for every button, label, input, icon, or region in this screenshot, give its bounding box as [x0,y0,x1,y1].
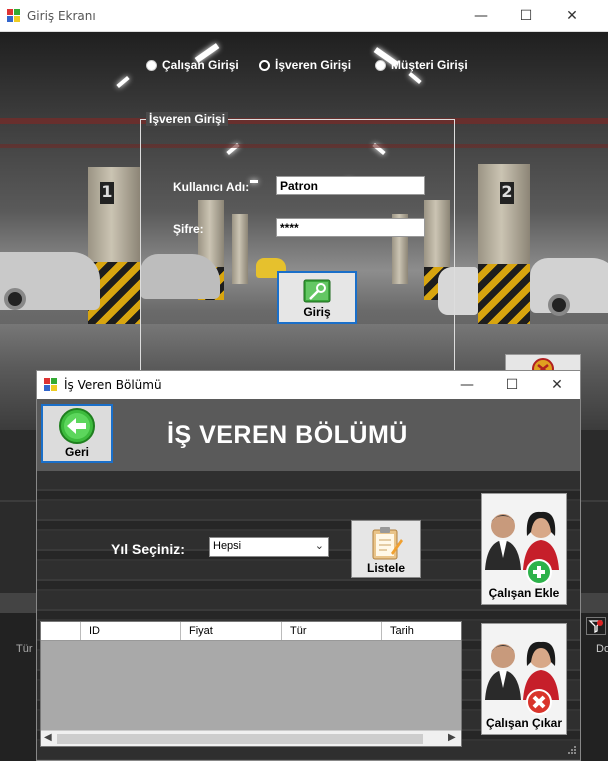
radio-button-selected[interactable] [259,59,270,71]
horizontal-scrollbar[interactable]: ◀ ▶ [41,730,461,746]
desktop-scene: { "login_window": { "title": "Giriş Ekra… [0,0,608,761]
list-button[interactable]: Listele [351,520,421,578]
remove-employee-button[interactable]: Çalışan Çıkar [481,623,567,735]
radio-label: İşveren Girişi [275,58,352,72]
back-button-label: Geri [64,445,89,459]
pillar-number: 1 [100,182,114,204]
back-button[interactable]: Geri [41,404,113,463]
username-input[interactable]: Patron [276,176,425,195]
grid-header: ID Fiyat Tür Tarih [41,622,461,641]
column-header-id[interactable]: ID [80,622,180,640]
scrollbar-thumb[interactable] [57,734,423,744]
column-header-fiyat[interactable]: Fiyat [180,622,281,640]
employee-grid[interactable]: ID Fiyat Tür Tarih ◀ ▶ [40,621,462,747]
scroll-left-icon[interactable]: ◀ [44,732,52,743]
filter-icon [588,620,603,634]
login-button[interactable]: Giriş [277,271,357,324]
app-icon [7,9,21,23]
login-titlebar: Giriş Ekranı — ☐ ✕ [0,0,608,32]
radio-musteri-girisi[interactable]: Müşteri Girişi [375,58,468,72]
radio-button[interactable] [146,59,157,71]
login-key-icon [303,279,331,303]
size-grip-icon[interactable] [565,745,577,757]
maximize-button[interactable]: ☐ [489,371,535,399]
employer-window-title: İş Veren Bölümü [64,378,162,392]
year-select[interactable]: Hepsi ⌄ [209,537,329,557]
minimize-button[interactable]: — [444,371,490,399]
filter-button[interactable] [586,617,606,635]
remove-user-icon [485,641,559,715]
maximize-button[interactable]: ☐ [503,0,549,32]
radio-label: Müşteri Girişi [391,58,468,72]
radio-label: Çalışan Girişi [162,58,239,72]
column-header-tur[interactable]: Tür [281,622,381,640]
login-groupbox [140,119,455,394]
year-select-value: Hepsi [213,540,242,552]
password-input[interactable]: **** [276,218,425,237]
login-window-title: Giriş Ekranı [27,9,96,23]
remove-employee-label: Çalışan Çıkar [485,716,563,730]
page-title: İŞ VEREN BÖLÜMÜ [167,421,408,449]
password-label: Şifre: [173,222,204,236]
radio-calisan-girisi[interactable]: Çalışan Girişi [146,58,239,72]
minimize-button[interactable]: — [458,0,504,32]
radio-button[interactable] [375,59,386,71]
add-employee-label: Çalışan Ekle [488,586,560,600]
back-arrow-icon [59,408,95,444]
scroll-right-icon[interactable]: ▶ [448,732,456,743]
login-window: Giriş Ekranı — ☐ ✕ 1 2 Çalışan Girişi İş… [0,0,608,430]
groupbox-title: İşveren Girişi [146,112,229,126]
chevron-down-icon: ⌄ [314,540,324,552]
background-column-text: Do [596,643,608,655]
username-label: Kullanıcı Adı: [173,180,250,194]
close-button[interactable]: ✕ [534,371,580,399]
add-user-icon [485,511,559,585]
login-button-label: Giriş [303,305,331,319]
column-header-tarih[interactable]: Tarih [381,622,461,640]
employer-window: İş Veren Bölümü — ☐ ✕ Geri İŞ VEREN BÖLÜ… [36,370,581,761]
clipboard-icon [372,527,403,560]
app-icon [44,378,58,392]
add-employee-button[interactable]: Çalışan Ekle [481,493,567,605]
pillar-number: 2 [500,182,514,204]
close-button[interactable]: ✕ [549,0,595,32]
background-column-text: Tür [16,643,33,655]
list-button-label: Listele [366,561,405,575]
radio-isveren-girisi[interactable]: İşveren Girişi [259,58,351,72]
employer-header: Geri İŞ VEREN BÖLÜMÜ [37,399,580,471]
employer-titlebar: İş Veren Bölümü — ☐ ✕ [37,371,580,399]
year-label: Yıl Seçiniz: [111,541,185,557]
row-header-corner [41,622,80,640]
